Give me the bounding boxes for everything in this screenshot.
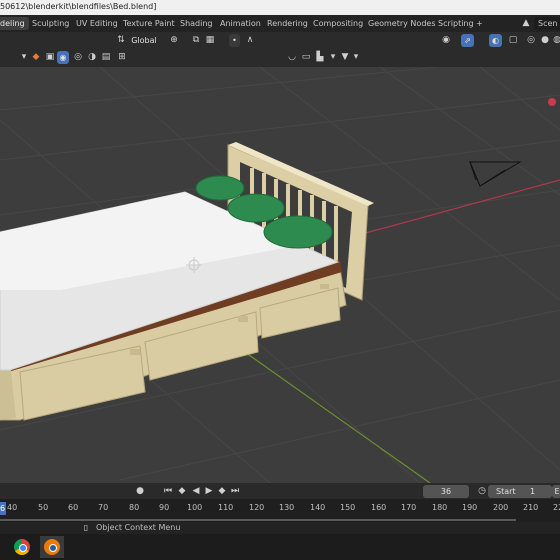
frame-tick: 190 (462, 503, 478, 512)
add-workspace-button[interactable]: + (472, 17, 487, 30)
frame-tick: 50 (38, 503, 49, 512)
start-frame-field[interactable]: Start 1 (488, 485, 552, 498)
navigation-gizmo-x[interactable] (548, 98, 556, 106)
timeline-controls: ● ⏮ ◆ ◀ ▶ ◆ ⏭ 36 ◷ Start 1 E (0, 483, 560, 499)
frame-tick: 170 (401, 503, 417, 512)
frame-tick: 210 (523, 503, 539, 512)
scene-icon[interactable]: ▲ (520, 17, 532, 30)
viewport-scene (0, 67, 560, 483)
viewport-toolbar: ▾ ◆ ▣ ◉ ◎ ◑ ▤ ⊞ ⌕ ◡ ▭ ▙ ▾ ▼ ▾ (0, 49, 560, 113)
frame-tick: 90 (159, 503, 170, 512)
context-menu-hint: Object Context Menu (96, 523, 181, 532)
falloff-icon[interactable]: ∧ (244, 34, 256, 47)
end-frame-field[interactable]: E (552, 485, 560, 498)
sort-icon[interactable]: ▙ (314, 51, 326, 64)
frame-tick: 160 (371, 503, 387, 512)
camera-object[interactable] (469, 161, 522, 187)
chevron-down-icon[interactable]: ▾ (327, 51, 339, 64)
viewport-header: ⇅ Global ⊕ ⧉ ▦ • ∧ ◉ ⇗ ◐ ▢ ◎ ● ◍ (0, 32, 560, 49)
proportional-edit-toggle[interactable]: • (229, 34, 240, 47)
frame-tick: 140 (310, 503, 326, 512)
mesh-filter-icon[interactable]: ▣ (44, 51, 56, 64)
gizmo-toggle[interactable]: ⇗ (461, 34, 474, 47)
orientation-dropdown[interactable]: Global (126, 34, 162, 47)
tab-compositing[interactable]: Compositing (309, 17, 367, 30)
shading-solid-icon[interactable]: ● (539, 34, 551, 47)
bed-object[interactable] (0, 142, 374, 421)
chevron-down-icon[interactable]: ▾ (350, 51, 362, 64)
frame-tick: 110 (218, 503, 234, 512)
scene-selector[interactable]: Scen (534, 17, 560, 30)
jump-start-icon[interactable]: ⏮ (162, 485, 174, 498)
tab-rendering[interactable]: Rendering (263, 17, 312, 30)
chevron-down-icon[interactable]: ▾ (18, 51, 30, 64)
play-reverse-icon[interactable]: ◀ (190, 485, 202, 498)
tab-shading[interactable]: Shading (176, 17, 217, 30)
snap-icon[interactable]: ⧉ (190, 34, 202, 47)
os-taskbar (0, 534, 560, 560)
frame-tick: 22 (553, 503, 560, 512)
light-filter-icon[interactable]: ◑ (86, 51, 98, 64)
frame-tick: 200 (493, 503, 509, 512)
camera-filter-icon[interactable]: ◎ (72, 51, 84, 64)
blender-taskbar-button[interactable] (40, 536, 64, 558)
overlay-toggle[interactable]: ◐ (489, 34, 502, 47)
frame-tick: 180 (432, 503, 448, 512)
tab-animation[interactable]: Animation (216, 17, 265, 30)
frame-tick: 100 (187, 503, 203, 512)
shading-material-icon[interactable]: ◍ (551, 34, 560, 47)
display-mode-icon[interactable]: ▭ (300, 51, 312, 64)
mouse-right-icon: ▯ (83, 523, 89, 532)
jump-end-icon[interactable]: ⏭ (229, 485, 241, 498)
current-frame-field[interactable]: 36 (423, 485, 469, 498)
prev-keyframe-icon[interactable]: ◆ (176, 485, 188, 498)
playhead[interactable]: 6 (0, 502, 6, 515)
window-title: 50612\blenderkit\blendfiles\Bed.blend] (0, 2, 157, 11)
frame-tick: 80 (129, 503, 140, 512)
title-bar: 50612\blenderkit\blendfiles\Bed.blend] (0, 0, 560, 15)
start-label: Start (496, 487, 516, 496)
other-filter-icon[interactable]: ⊞ (116, 51, 128, 64)
frame-tick: 60 (68, 503, 79, 512)
scrollbar-thumb[interactable] (0, 519, 516, 521)
tab-uv-editing[interactable]: UV Editing (72, 17, 122, 30)
frame-tick: 120 (249, 503, 265, 512)
collapse-icon[interactable]: ◡ (286, 51, 298, 64)
x-axis-line (339, 179, 560, 241)
start-value: 1 (530, 487, 536, 496)
play-icon[interactable]: ▶ (203, 485, 215, 498)
tab-modeling[interactable]: deling (0, 17, 29, 30)
snap-target-icon[interactable]: ▦ (204, 34, 216, 47)
blender-icon (44, 539, 60, 555)
object-type-icon[interactable]: ◆ (30, 51, 42, 64)
tab-texture-paint[interactable]: Texture Paint (119, 17, 179, 30)
pivot-icon[interactable]: ⊕ (168, 34, 180, 47)
tab-geometry-nodes[interactable]: Geometry Nodes (364, 17, 439, 30)
frame-tick: 130 (279, 503, 295, 512)
clock-icon[interactable]: ◷ (476, 485, 488, 498)
next-keyframe-icon[interactable]: ◆ (216, 485, 228, 498)
xray-icon[interactable]: ▢ (507, 34, 519, 47)
sphere-filter-button[interactable]: ◉ (57, 51, 69, 64)
timeline-ruler[interactable]: 6 40 50 60 70 80 90 100 110 120 130 140 … (0, 499, 560, 518)
status-bar: ▯ Object Context Menu (0, 522, 560, 534)
workspace-tabs-bar: deling Sculpting UV Editing Texture Pain… (0, 15, 560, 32)
frame-tick: 150 (340, 503, 356, 512)
record-icon[interactable]: ● (134, 485, 146, 498)
3d-viewport[interactable] (0, 67, 560, 483)
frame-tick: 70 (98, 503, 109, 512)
tab-sculpting[interactable]: Sculpting (28, 17, 73, 30)
empty-filter-icon[interactable]: ▤ (100, 51, 112, 64)
shading-wireframe-icon[interactable]: ◎ (525, 34, 537, 47)
chrome-icon[interactable] (14, 539, 30, 555)
frame-tick: 40 (7, 503, 18, 512)
visibility-icon[interactable]: ◉ (440, 34, 452, 47)
